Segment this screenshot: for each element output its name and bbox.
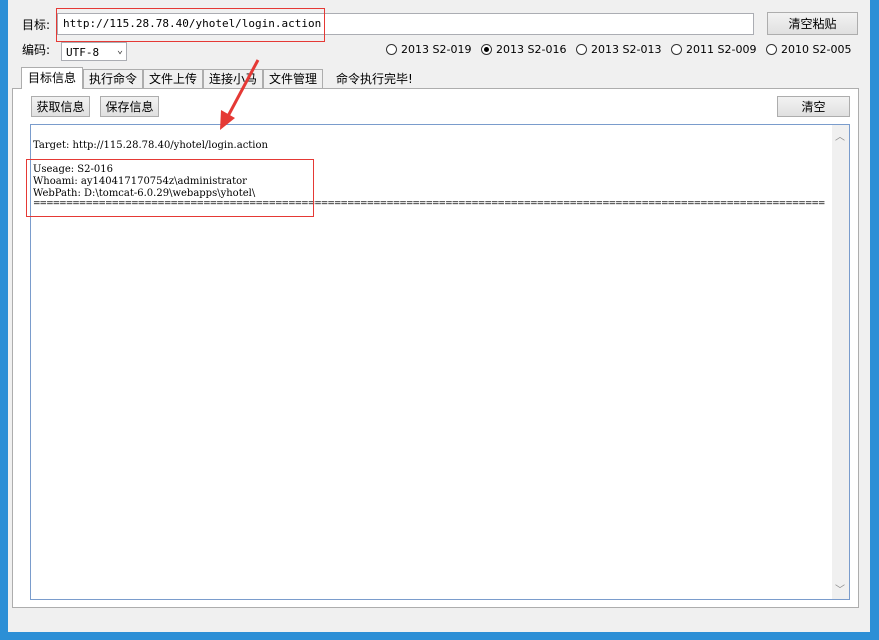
radio-label: 2010 S2-005 xyxy=(781,43,852,56)
clear-button[interactable]: 清空 xyxy=(777,96,850,117)
encoding-select[interactable]: UTF-8 ⌄ xyxy=(61,42,127,61)
radio-indicator xyxy=(386,44,397,55)
save-info-button[interactable]: 保存信息 xyxy=(100,96,159,117)
status-text: 命令执行完毕! xyxy=(336,72,413,86)
radio-s2-013[interactable]: 2013 S2-013 xyxy=(576,43,661,56)
chevron-down-icon: ⌄ xyxy=(116,45,123,56)
tab-exec-command[interactable]: 执行命令 xyxy=(83,69,143,88)
tab-target-info[interactable]: 目标信息 xyxy=(21,67,83,89)
clear-paste-button[interactable]: 清空粘贴 xyxy=(767,12,858,35)
target-label: 目标: xyxy=(22,18,51,32)
radio-s2-016[interactable]: 2013 S2-016 xyxy=(481,43,566,56)
encoding-selected-value: UTF-8 xyxy=(66,46,100,59)
radio-label: 2011 S2-009 xyxy=(686,43,757,56)
radio-indicator xyxy=(766,44,777,55)
radio-s2-009[interactable]: 2011 S2-009 xyxy=(671,43,756,56)
window-frame-bottom xyxy=(0,632,879,640)
output-target-line: Target: http://115.28.78.40/yhotel/login… xyxy=(33,140,268,151)
radio-indicator xyxy=(576,44,587,55)
radio-label: 2013 S2-013 xyxy=(591,43,662,56)
window-frame-left xyxy=(0,0,8,640)
vertical-scrollbar[interactable]: ︿ ﹀ xyxy=(832,125,849,599)
radio-label: 2013 S2-016 xyxy=(496,43,567,56)
radio-s2-019[interactable]: 2013 S2-019 xyxy=(386,43,471,56)
target-url-input[interactable]: http://115.28.78.40/yhotel/login.action xyxy=(57,13,754,35)
scroll-up-icon[interactable]: ︿ xyxy=(835,128,845,143)
output-separator-line: ========================================… xyxy=(33,199,825,209)
radio-indicator xyxy=(671,44,682,55)
radio-s2-005[interactable]: 2010 S2-005 xyxy=(766,43,851,56)
window-frame-right xyxy=(870,0,879,640)
tab-file-manager[interactable]: 文件管理 xyxy=(263,69,323,88)
radio-indicator-checked xyxy=(481,44,492,55)
scroll-down-icon[interactable]: ﹀ xyxy=(835,581,845,596)
radio-label: 2013 S2-019 xyxy=(401,43,472,56)
output-whoami-line: Whoami: ay140417170754z\administrator xyxy=(33,176,247,187)
encoding-label: 编码: xyxy=(22,43,51,57)
tab-file-upload[interactable]: 文件上传 xyxy=(143,69,203,88)
get-info-button[interactable]: 获取信息 xyxy=(31,96,90,117)
output-usage-line: Useage: S2-016 xyxy=(33,164,113,175)
tab-connect-shell[interactable]: 连接小马 xyxy=(203,69,263,88)
